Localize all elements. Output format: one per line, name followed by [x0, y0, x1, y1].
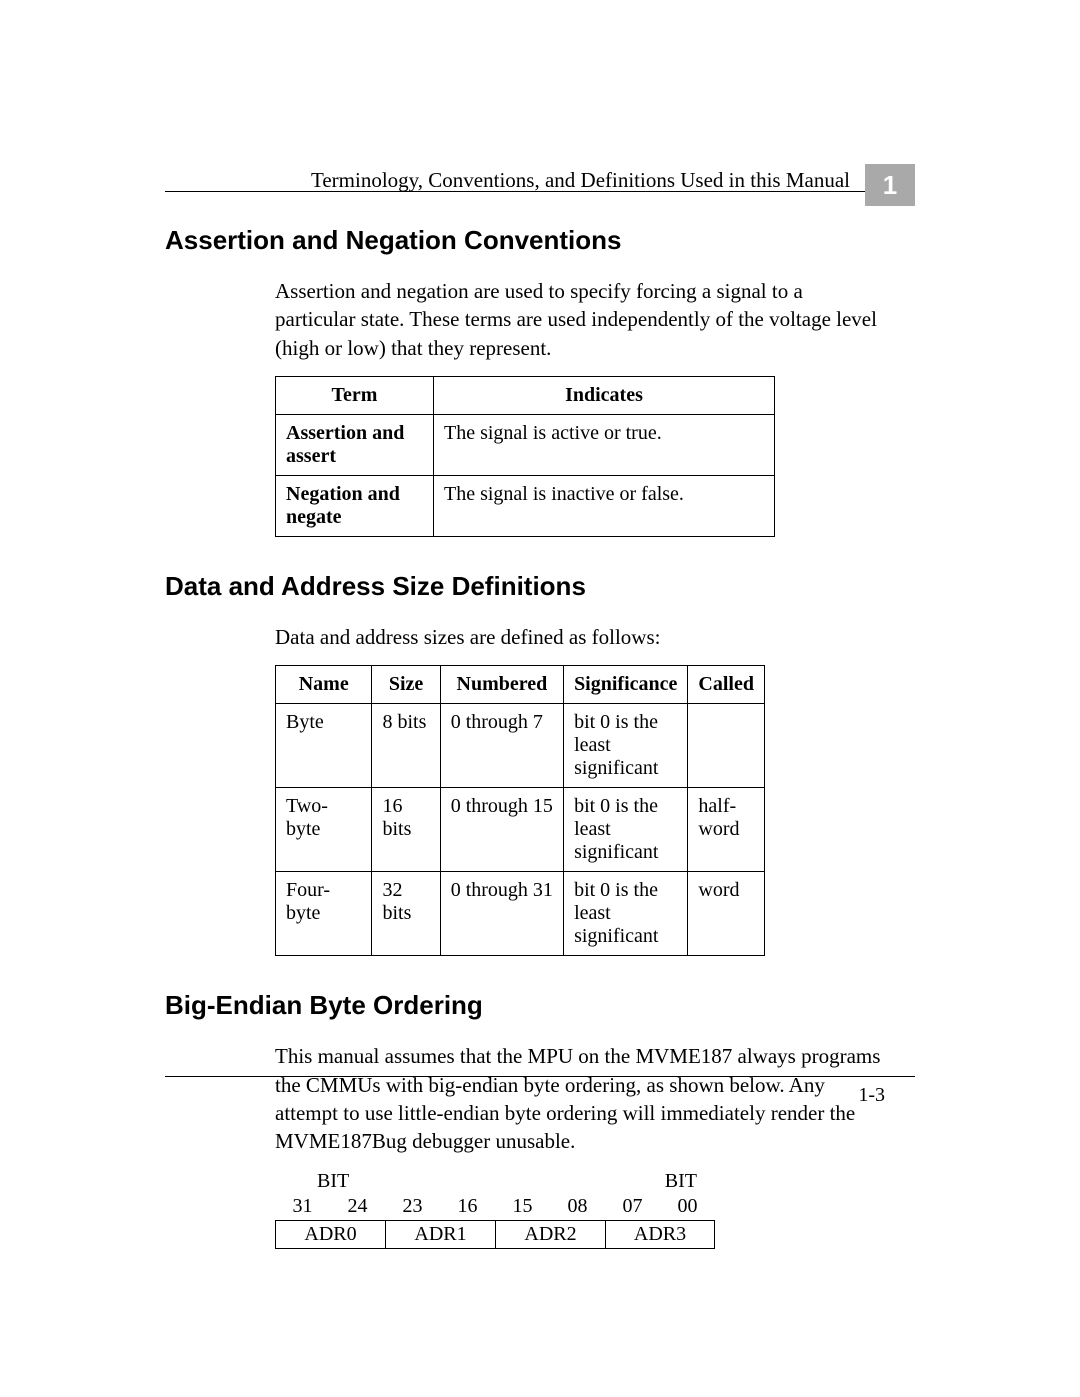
- cell-term: Assertion and assert: [276, 415, 434, 476]
- table-row: Four-byte 32 bits 0 through 31 bit 0 is …: [276, 872, 765, 956]
- cell-size: 8 bits: [372, 704, 440, 788]
- bit-num: 23: [385, 1195, 440, 1218]
- table-header-row: Name Size Numbered Significance Called: [276, 666, 765, 704]
- adr-cell: ADR3: [605, 1220, 715, 1249]
- table-row: Byte 8 bits 0 through 7 bit 0 is the lea…: [276, 704, 765, 788]
- assertion-table: Term Indicates Assertion and assert The …: [275, 376, 775, 537]
- th-indicates: Indicates: [434, 377, 775, 415]
- cell-size: 32 bits: [372, 872, 440, 956]
- adr-cell: ADR0: [275, 1220, 385, 1249]
- cell-numbered: 0 through 7: [440, 704, 563, 788]
- adr-row: ADR0 ADR1 ADR2 ADR3: [275, 1220, 715, 1249]
- page: Terminology, Conventions, and Definition…: [0, 0, 1080, 1397]
- bit-num: 24: [330, 1195, 385, 1218]
- th-name: Name: [276, 666, 372, 704]
- cell-name: Two-byte: [276, 788, 372, 872]
- cell-significance: bit 0 is the least significant: [564, 704, 688, 788]
- cell-numbered: 0 through 15: [440, 788, 563, 872]
- section-para-datasize: Data and address sizes are defined as fo…: [275, 623, 885, 651]
- bit-label-row: BIT BIT: [275, 1170, 715, 1193]
- section-para-assertion: Assertion and negation are used to speci…: [275, 277, 885, 362]
- page-number: 1-3: [858, 1084, 885, 1107]
- cell-name: Byte: [276, 704, 372, 788]
- bit-num: 16: [440, 1195, 495, 1218]
- footer-rule: [165, 1076, 915, 1077]
- cell-numbered: 0 through 31: [440, 872, 563, 956]
- bit-num: 15: [495, 1195, 550, 1218]
- table-header-row: Term Indicates: [276, 377, 775, 415]
- cell-size: 16 bits: [372, 788, 440, 872]
- cell-name: Four-byte: [276, 872, 372, 956]
- chapter-tab: 1: [865, 164, 915, 206]
- header-rule: [165, 191, 915, 192]
- cell-significance: bit 0 is the least significant: [564, 872, 688, 956]
- cell-indicates: The signal is active or true.: [434, 415, 775, 476]
- cell-term: Negation and negate: [276, 476, 434, 537]
- adr-cell: ADR1: [385, 1220, 495, 1249]
- endian-diagram: BIT BIT 31 24 23 16 15 08 07 00 ADR0 ADR…: [275, 1170, 715, 1249]
- cell-called: half-word: [688, 788, 765, 872]
- th-significance: Significance: [564, 666, 688, 704]
- bit-num: 31: [275, 1195, 330, 1218]
- bit-number-row: 31 24 23 16 15 08 07 00: [275, 1195, 715, 1218]
- cell-called: [688, 704, 765, 788]
- datasize-table: Name Size Numbered Significance Called B…: [275, 665, 765, 956]
- table-row: Negation and negate The signal is inacti…: [276, 476, 775, 537]
- table-row: Two-byte 16 bits 0 through 15 bit 0 is t…: [276, 788, 765, 872]
- section-para-endian: This manual assumes that the MPU on the …: [275, 1042, 885, 1155]
- adr-cell: ADR2: [495, 1220, 605, 1249]
- th-numbered: Numbered: [440, 666, 563, 704]
- th-size: Size: [372, 666, 440, 704]
- th-called: Called: [688, 666, 765, 704]
- section-heading-endian: Big-Endian Byte Ordering: [165, 990, 885, 1021]
- section-heading-datasize: Data and Address Size Definitions: [165, 571, 885, 602]
- running-header: Terminology, Conventions, and Definition…: [311, 168, 850, 193]
- th-term: Term: [276, 377, 434, 415]
- bit-num: 08: [550, 1195, 605, 1218]
- section-heading-assertion: Assertion and Negation Conventions: [165, 225, 885, 256]
- cell-indicates: The signal is inactive or false.: [434, 476, 775, 537]
- table-row: Assertion and assert The signal is activ…: [276, 415, 775, 476]
- bit-label-right: BIT: [665, 1170, 697, 1193]
- bit-label-left: BIT: [317, 1170, 349, 1193]
- bit-num: 00: [660, 1195, 715, 1218]
- bit-num: 07: [605, 1195, 660, 1218]
- cell-called: word: [688, 872, 765, 956]
- content-area: Assertion and Negation Conventions Asser…: [165, 225, 885, 1249]
- cell-significance: bit 0 is the least significant: [564, 788, 688, 872]
